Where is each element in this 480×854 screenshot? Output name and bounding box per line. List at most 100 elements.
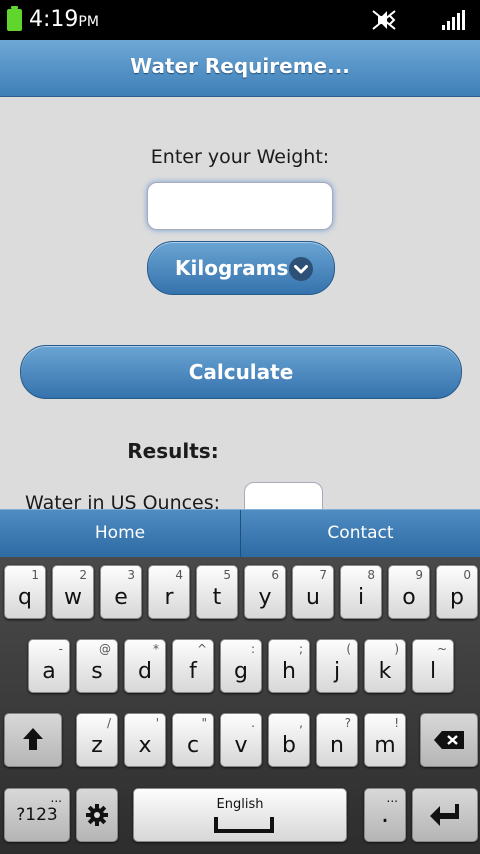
key-u[interactable]: 7u [292, 565, 334, 619]
key-letter: b [282, 733, 296, 758]
key-alt: ) [394, 642, 399, 656]
status-ampm: PM [78, 14, 99, 30]
key-alt: 6 [271, 568, 279, 582]
key-alt: 4 [175, 568, 183, 582]
key-letter: r [164, 585, 174, 610]
key-p[interactable]: 0p [436, 565, 478, 619]
key-letter: q [18, 585, 32, 610]
key-c[interactable]: " c [172, 713, 214, 767]
soft-keyboard: 1q 2w 3e 4r 5t 6y 7u 8i 9o 0p -a @ s * d ^… [0, 557, 480, 854]
unit-select-label: Kilograms [175, 256, 289, 280]
nav-home-tab[interactable]: Home [0, 510, 241, 558]
mute-icon [370, 8, 398, 32]
key-alt: * [153, 642, 159, 656]
key-letter: c [186, 733, 200, 758]
key-alt: / [106, 716, 111, 730]
key-letter: y [258, 585, 272, 610]
key-z[interactable]: / z [76, 713, 118, 767]
space-icon [214, 817, 274, 833]
bottom-nav: Home Contact [0, 509, 480, 558]
status-bar: 4:19PM [0, 0, 480, 40]
weight-label: Enter your Weight: [150, 146, 330, 168]
key-alt: . [251, 716, 255, 730]
key-alt: : [250, 642, 255, 656]
gear-icon [85, 803, 109, 827]
space-key-label: English [216, 797, 264, 812]
key-alt: ~ [436, 642, 447, 656]
key-w[interactable]: 2w [52, 565, 94, 619]
period-key[interactable]: ... . [364, 788, 406, 842]
status-time-text: 4:19 [29, 7, 79, 32]
key-e[interactable]: 3e [100, 565, 142, 619]
key-letter: d [138, 659, 152, 684]
key-t[interactable]: 5t [196, 565, 238, 619]
key-q[interactable]: 1q [4, 565, 46, 619]
chevron-down-icon [289, 257, 313, 281]
title-bar: Water Requireme... [0, 40, 480, 97]
enter-icon [429, 802, 461, 828]
key-j[interactable]: (j [316, 639, 358, 693]
key-letter: k [378, 659, 392, 684]
backspace-key[interactable] [420, 713, 478, 767]
key-a[interactable]: -a [28, 639, 70, 693]
key-alt: 8 [367, 568, 375, 582]
enter-key[interactable] [412, 788, 478, 842]
key-alt: " [201, 716, 207, 730]
page-title: Water Requireme... [130, 54, 350, 78]
key-r[interactable]: 4r [148, 565, 190, 619]
key-n[interactable]: ? n [316, 713, 358, 767]
symbols-key[interactable]: ... ?123 [4, 788, 70, 842]
backspace-icon [433, 730, 465, 750]
key-letter: u [306, 585, 320, 610]
key-v[interactable]: .v [220, 713, 262, 767]
key-m[interactable]: ! m [364, 713, 406, 767]
calculate-button[interactable]: Calculate [20, 345, 462, 399]
key-letter: f [189, 659, 197, 684]
key-alt: - [58, 642, 63, 656]
shift-key[interactable] [4, 713, 62, 767]
key-x[interactable]: ' x [124, 713, 166, 767]
key-letter: m [374, 733, 396, 758]
key-d[interactable]: * d [124, 639, 166, 693]
key-b[interactable]: ,b [268, 713, 310, 767]
key-letter: t [212, 585, 222, 610]
key-letter: z [91, 733, 103, 758]
key-letter: l [429, 659, 437, 684]
nav-contact-tab[interactable]: Contact [241, 510, 480, 558]
key-alt: ' [155, 716, 159, 730]
key-i[interactable]: 8i [340, 565, 382, 619]
key-alt: 9 [415, 568, 423, 582]
settings-key[interactable] [76, 788, 118, 842]
shift-icon [22, 727, 44, 751]
battery-icon [7, 6, 22, 31]
key-letter: x [138, 733, 152, 758]
key-alt: ? [344, 716, 351, 730]
key-g[interactable]: :g [220, 639, 262, 693]
key-letter: e [114, 585, 128, 610]
key-o[interactable]: 9o [388, 565, 430, 619]
key-letter: o [402, 585, 416, 610]
key-letter: i [357, 585, 365, 610]
key-alt: ; [298, 642, 303, 656]
key-letter: g [234, 659, 248, 684]
key-letter: a [42, 659, 56, 684]
key-k[interactable]: ) k [364, 639, 406, 693]
key-h[interactable]: ; h [268, 639, 310, 693]
key-alt: 0 [463, 568, 471, 582]
status-time: 4:19PM [29, 7, 99, 35]
key-s[interactable]: @ s [76, 639, 118, 693]
key-letter: s [91, 659, 103, 684]
space-key[interactable]: English [133, 788, 347, 842]
signal-icon [442, 10, 466, 30]
key-alt: ( [346, 642, 351, 656]
key-alt: ^ [196, 642, 207, 656]
key-letter: p [450, 585, 464, 610]
key-l[interactable]: ~ l [412, 639, 454, 693]
key-letter: j [333, 659, 341, 684]
key-f[interactable]: ^ f [172, 639, 214, 693]
key-y[interactable]: 6y [244, 565, 286, 619]
weight-input[interactable] [147, 182, 333, 230]
unit-select[interactable]: Kilograms [147, 241, 335, 295]
results-heading: Results: [127, 439, 219, 463]
period-key-label: . [380, 799, 390, 829]
